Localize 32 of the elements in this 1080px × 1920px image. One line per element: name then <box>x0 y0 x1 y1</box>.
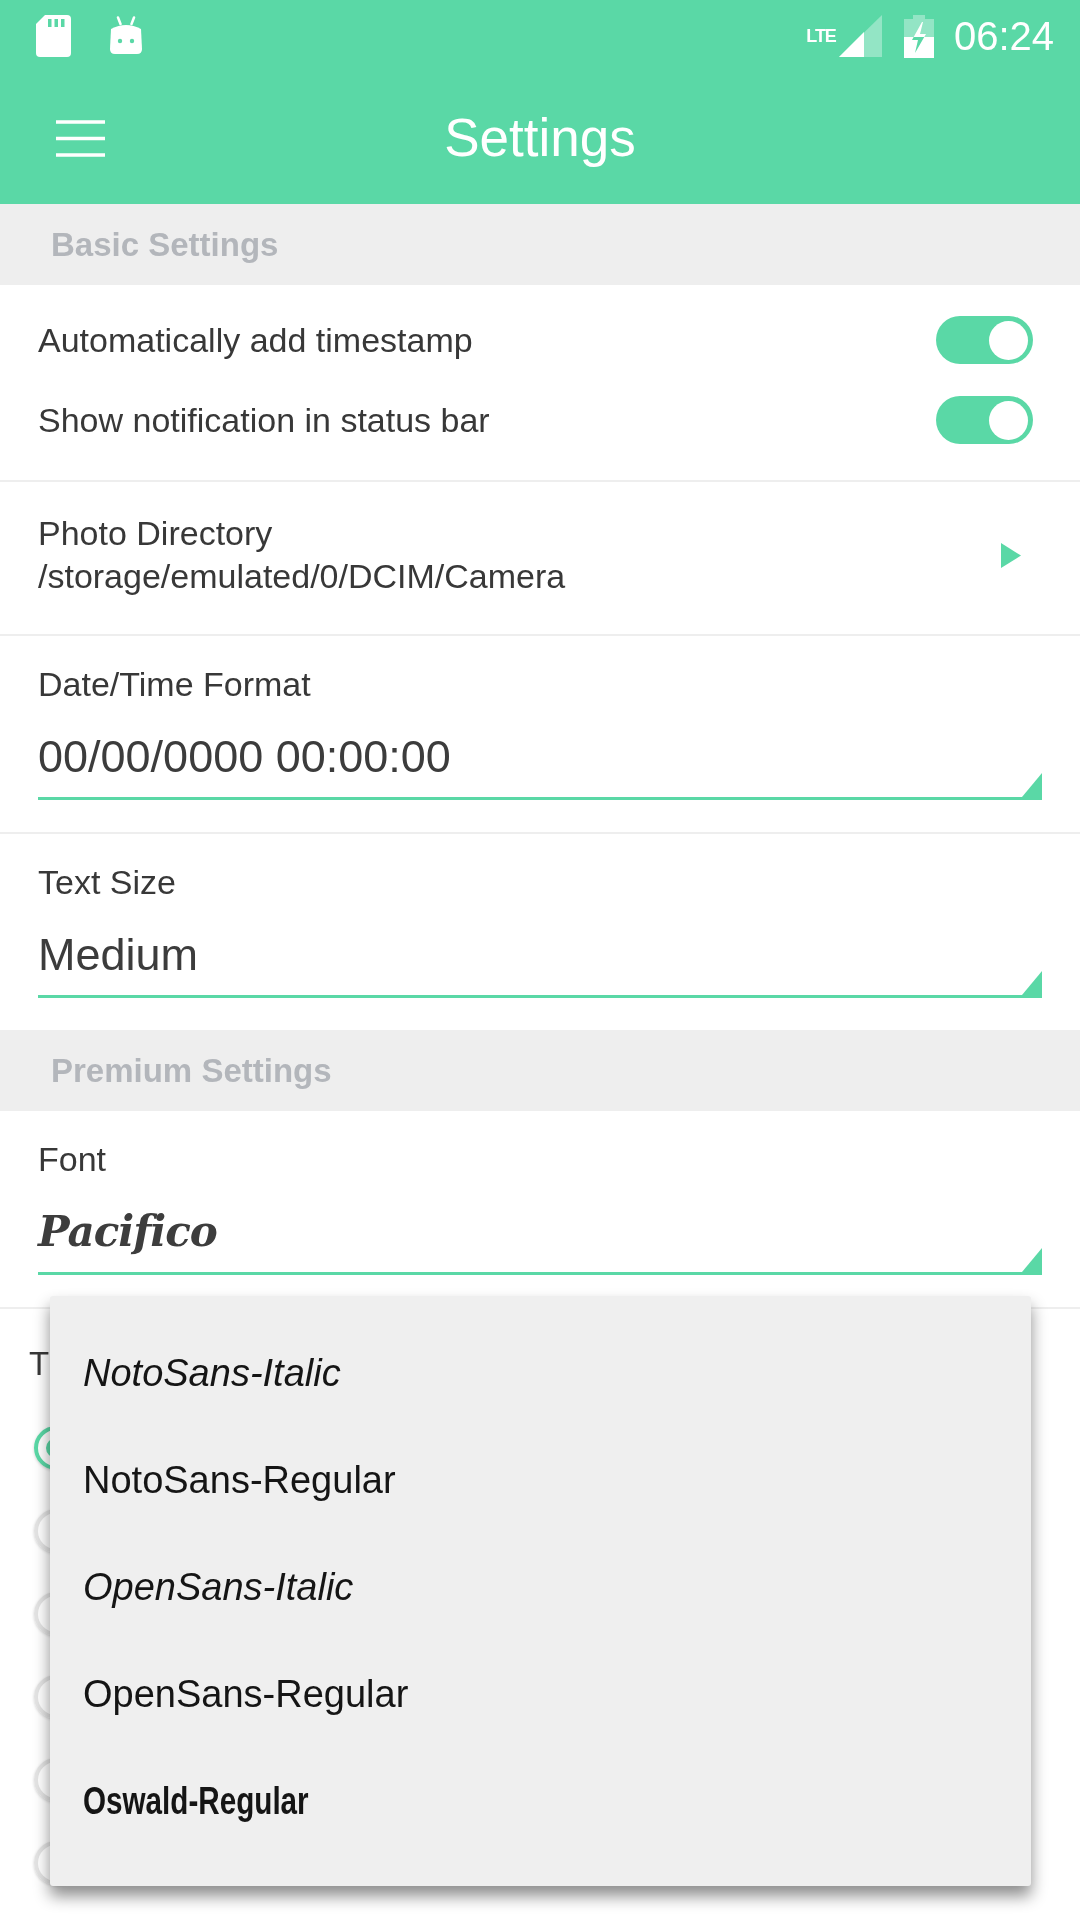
corner-triangle-icon <box>1022 1248 1042 1272</box>
setting-label: Date/Time Format <box>38 664 312 705</box>
toggle-switch[interactable] <box>936 316 1033 364</box>
corner-triangle-icon <box>1022 773 1042 797</box>
setting-label: Photo Directory <box>38 513 274 554</box>
menu-item[interactable]: Oswald-Regular <box>50 1748 1031 1855</box>
signal-icon <box>838 15 882 57</box>
corner-triangle-icon <box>1022 971 1042 995</box>
menu-item[interactable]: NotoSans-Italic <box>50 1320 1031 1427</box>
network-type-label: LTE <box>806 27 836 45</box>
sd-card-icon <box>36 15 71 57</box>
setting-label: Font <box>38 1139 108 1180</box>
toggle-switch[interactable] <box>936 396 1033 444</box>
section-header: Basic Settings <box>0 204 1080 285</box>
robot-icon <box>109 16 143 56</box>
menu-item[interactable]: NotoSans-Regular <box>50 1427 1031 1534</box>
arrow-right-icon <box>1001 542 1021 568</box>
setting-label: Text Size <box>38 862 177 903</box>
dropdown-field[interactable]: 00/00/0000 00:00:00 <box>38 728 1042 800</box>
screen-title: Settings <box>444 107 636 169</box>
dropdown-field[interactable]: Pacifico <box>38 1203 1042 1275</box>
clock: 06:24 <box>953 13 1054 59</box>
menu-icon[interactable] <box>56 119 105 157</box>
dropdown-field[interactable]: Medium <box>38 926 1042 998</box>
section-header: Premium Settings <box>0 1030 1080 1111</box>
setting-label: T <box>29 1344 50 1384</box>
setting-label: Show notification in status bar <box>38 399 490 441</box>
setting-label: Automatically add timestamp <box>38 319 473 361</box>
battery-charging-icon <box>903 14 934 58</box>
menu-item[interactable]: OpenSans-Italic <box>50 1534 1031 1641</box>
setting-value: /storage/emulated/0/DCIM/Camera <box>38 556 566 597</box>
menu-item[interactable]: OpenSans-Regular <box>50 1641 1031 1748</box>
